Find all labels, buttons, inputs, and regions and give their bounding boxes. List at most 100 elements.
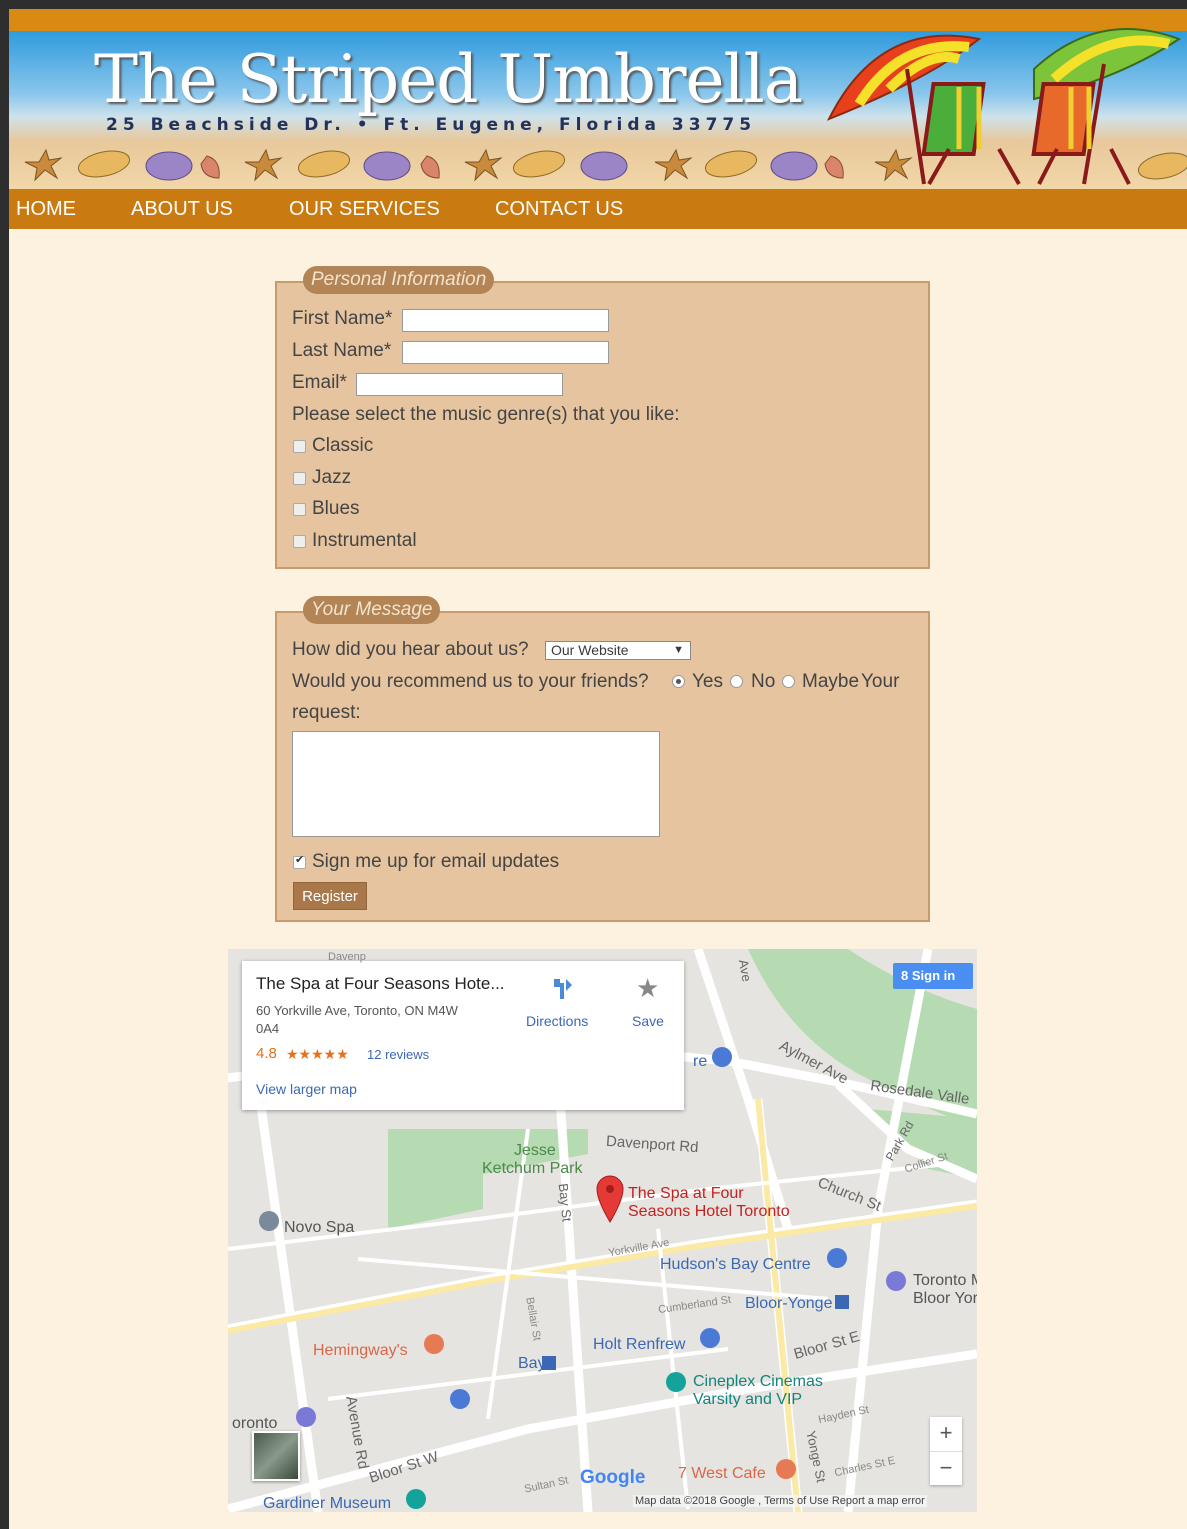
cafe-icon[interactable] — [776, 1459, 796, 1479]
maybe-label: Maybe — [802, 671, 860, 692]
map-place-label: Hemingway's — [313, 1342, 408, 1359]
google-map-embed[interactable]: The Spa at Four Seasons Hote... 60 Yorkv… — [228, 949, 977, 1512]
zoom-controls: + − — [930, 1417, 962, 1485]
map-place-label: Holt Renfrew — [593, 1336, 686, 1353]
shopping-bag-icon[interactable] — [700, 1328, 720, 1348]
place-address-line-1: 60 Yorkville Ave, Toronto, ON M4W — [256, 1003, 458, 1018]
hear-about-select[interactable]: Our Website ▼ — [545, 641, 691, 660]
museum-icon[interactable] — [406, 1489, 426, 1509]
last-name-label: Last Name* — [292, 340, 392, 361]
map-footer-attribution[interactable]: Map data ©2018 Google , Terms of Use Rep… — [633, 1495, 927, 1507]
map-place-label: Novo Spa — [284, 1219, 355, 1236]
zoom-out-icon[interactable]: − — [930, 1451, 962, 1485]
site-title: The Striped Umbrella — [94, 41, 803, 118]
yes-radio[interactable] — [672, 675, 685, 688]
map-place-label: Bloor-Yonge — [745, 1295, 833, 1312]
email-updates-label: Sign me up for email updates — [312, 851, 560, 872]
sign-in-label: Sign in — [911, 968, 956, 983]
map-place-label: 7 West Cafe — [678, 1465, 766, 1482]
map-place-label: Toronto M — [913, 1272, 977, 1289]
instrumental-checkbox[interactable] — [293, 535, 306, 548]
save-button[interactable]: ★ Save — [630, 973, 670, 1035]
no-radio[interactable] — [730, 675, 743, 688]
instrumental-label: Instrumental — [312, 530, 417, 551]
site-banner: The Striped Umbrella 25 Beachside Dr. • … — [9, 9, 1187, 189]
nav-our-services[interactable]: OUR SERVICES — [289, 198, 440, 221]
chevron-down-icon: ▼ — [673, 644, 684, 656]
restaurant-icon[interactable] — [424, 1334, 444, 1354]
pin-label-line-1: The Spa at Four — [628, 1185, 744, 1202]
map-place-label: Hudson's Bay Centre — [660, 1256, 811, 1273]
request-textarea[interactable] — [292, 731, 660, 837]
recommend-label: Would you recommend us to your friends? — [292, 671, 649, 692]
map-place-label: Gardiner Museum — [263, 1495, 392, 1512]
user-icon: 8 — [901, 968, 909, 983]
yes-label: Yes — [692, 671, 723, 692]
site-address: 25 Beachside Dr. • Ft. Eugene, Florida 3… — [106, 115, 757, 135]
map-place-label: Ketchum Park — [482, 1160, 583, 1177]
sign-in-button[interactable]: 8 Sign in — [893, 963, 973, 989]
reviews-link[interactable]: 12 reviews — [367, 1047, 429, 1062]
main-nav: HOME ABOUT US OUR SERVICES CONTACT US — [9, 189, 1187, 229]
save-label: Save — [632, 1013, 664, 1029]
register-button[interactable]: Register — [293, 882, 367, 910]
place-rating: 4.8 — [256, 1045, 277, 1062]
place-address-line-2: 0A4 — [256, 1021, 280, 1036]
no-label: No — [751, 671, 776, 692]
street-label: Davenp — [328, 951, 366, 963]
email-label: Email* — [292, 372, 347, 393]
classic-checkbox[interactable] — [293, 440, 306, 453]
email-updates-checkbox[interactable]: ✔ — [293, 854, 306, 869]
request-label-part-1: Your — [861, 671, 900, 692]
blues-label: Blues — [312, 498, 360, 519]
map-place-label: Varsity and VIP — [693, 1391, 803, 1408]
view-larger-map-link[interactable]: View larger map — [256, 1081, 357, 1097]
red-map-pin-icon[interactable] — [595, 1174, 625, 1224]
directions-icon — [554, 979, 572, 999]
personal-information-fieldset: Personal Information First Name* Last Na… — [275, 266, 930, 569]
map-place-label: Bloor Yor — [913, 1290, 977, 1307]
place-info-card: The Spa at Four Seasons Hote... 60 Yorkv… — [242, 961, 684, 1110]
shopping-bag-icon[interactable] — [712, 1047, 732, 1067]
genre-prompt: Please select the music genre(s) that yo… — [292, 404, 680, 425]
jazz-label: Jazz — [312, 467, 352, 488]
first-name-field[interactable] — [402, 309, 609, 332]
nav-home[interactable]: HOME — [16, 198, 76, 221]
map-place-label: Jesse — [514, 1142, 556, 1159]
place-name: The Spa at Four Seasons Hote... — [256, 974, 505, 993]
hotel-icon[interactable] — [296, 1407, 316, 1427]
jazz-checkbox[interactable] — [293, 472, 306, 485]
cinema-icon[interactable] — [666, 1372, 686, 1392]
shopping-bag-icon[interactable] — [450, 1389, 470, 1409]
nav-contact-us[interactable]: CONTACT US — [495, 198, 623, 221]
page: The Striped Umbrella 25 Beachside Dr. • … — [0, 0, 1187, 1529]
google-logo: Google — [580, 1467, 646, 1488]
map-place-label: Cineplex Cinemas — [693, 1373, 823, 1390]
last-name-field[interactable] — [402, 341, 609, 364]
directions-button[interactable]: Directions — [526, 975, 598, 1035]
maybe-radio[interactable] — [782, 675, 795, 688]
satellite-toggle[interactable] — [252, 1431, 300, 1481]
hear-about-selected: Our Website — [551, 642, 629, 658]
nav-about-us[interactable]: ABOUT US — [131, 198, 233, 221]
location-marker-icon[interactable] — [259, 1211, 279, 1231]
star-icon: ★ — [636, 973, 660, 1003]
subway-icon — [542, 1356, 556, 1370]
hear-about-label: How did you hear about us? — [292, 639, 529, 660]
your-message-fieldset: Your Message How did you hear about us? … — [275, 596, 930, 922]
request-label-part-2: request: — [292, 702, 361, 723]
hotel-icon[interactable] — [886, 1271, 906, 1291]
directions-label: Directions — [526, 1013, 589, 1029]
rating-stars-icon: ★★★★★ — [286, 1046, 349, 1062]
blues-checkbox[interactable] — [293, 503, 306, 516]
shopping-bag-icon[interactable] — [827, 1248, 847, 1268]
zoom-in-icon[interactable]: + — [930, 1417, 962, 1451]
first-name-label: First Name* — [292, 308, 393, 329]
your-message-legend: Your Message — [303, 596, 441, 624]
pin-label-line-2: Seasons Hotel Toronto — [628, 1203, 790, 1220]
classic-label: Classic — [312, 435, 374, 456]
subway-icon — [835, 1295, 849, 1309]
map-place-label: re — [693, 1053, 708, 1070]
email-field[interactable] — [356, 373, 563, 396]
personal-information-legend: Personal Information — [303, 266, 495, 294]
